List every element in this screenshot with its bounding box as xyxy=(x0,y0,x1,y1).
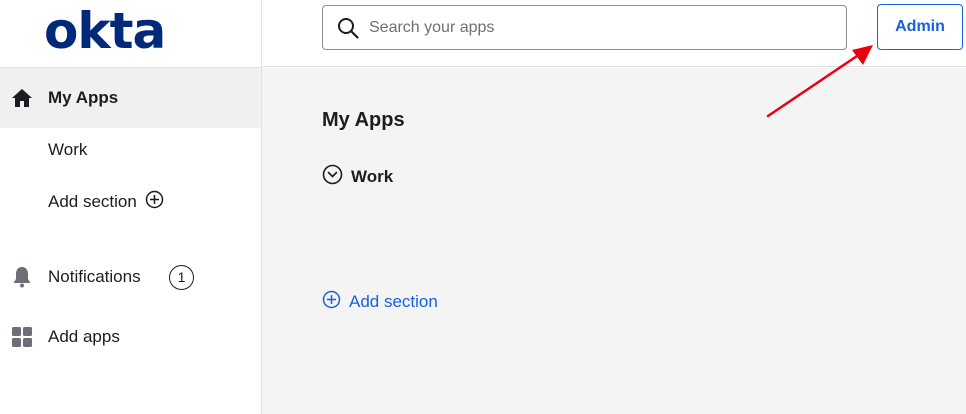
notification-count-badge: 1 xyxy=(169,264,194,290)
sidebar-item-label: My Apps xyxy=(48,88,119,107)
add-section-button[interactable]: Add section xyxy=(322,290,438,314)
sidebar-item-label: Add section xyxy=(48,192,137,211)
section-title: Work xyxy=(351,167,394,186)
home-icon xyxy=(10,86,34,110)
sidebar: okta My Apps Work Add section Notificati… xyxy=(0,0,262,414)
admin-button[interactable]: Admin xyxy=(877,4,963,50)
section-work-toggle[interactable]: Work xyxy=(322,164,393,190)
sidebar-item-my-apps[interactable]: My Apps xyxy=(0,68,261,128)
plus-circle-icon xyxy=(145,190,164,214)
sidebar-item-label: Notifications xyxy=(48,267,141,286)
add-section-link[interactable]: Add section xyxy=(48,190,164,214)
plus-circle-icon xyxy=(322,290,341,314)
search-icon xyxy=(337,17,359,44)
sidebar-item-notifications[interactable]: Notifications 1 xyxy=(0,247,261,307)
chevron-down-circle-icon xyxy=(322,164,343,190)
add-section-label: Add section xyxy=(349,292,438,311)
sidebar-item-label: Add apps xyxy=(48,327,120,346)
grid-icon xyxy=(10,325,34,349)
search-input[interactable] xyxy=(369,18,839,37)
sidebar-item-work[interactable]: Work xyxy=(0,120,261,180)
okta-logo[interactable]: okta xyxy=(44,6,166,56)
sidebar-item-add-apps[interactable]: Add apps xyxy=(0,307,261,367)
sidebar-item-label: Work xyxy=(48,140,88,159)
logo-text: okta xyxy=(44,2,166,60)
sidebar-item-add-section[interactable]: Add section xyxy=(0,172,261,232)
page-title: My Apps xyxy=(322,109,405,131)
bell-icon xyxy=(10,265,34,289)
annotation-arrow xyxy=(766,45,873,118)
